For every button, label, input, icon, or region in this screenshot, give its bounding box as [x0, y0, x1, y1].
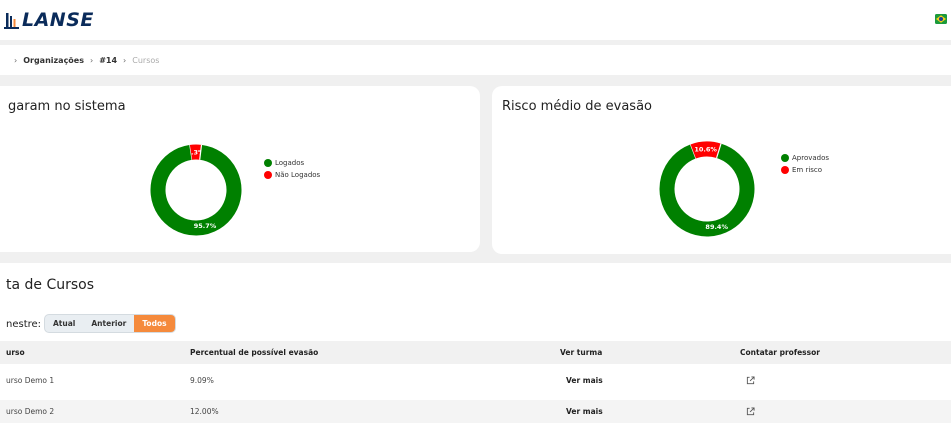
app-logo[interactable]: LANSE	[4, 9, 94, 31]
legend-dot-green	[264, 159, 272, 167]
column-header-view-class: Ver turma	[560, 348, 603, 357]
legend-label: Em risco	[792, 166, 823, 174]
legend-label: Aprovados	[792, 154, 830, 162]
table-row: urso Demo 1 9.09% Ver mais	[0, 369, 951, 392]
legend-dot-green	[781, 154, 789, 162]
course-list-title: ta de Cursos	[6, 277, 95, 293]
breadcrumb-separator-icon: ›	[90, 55, 94, 65]
logged-donut-chart: 4.3%95.7%	[150, 144, 242, 236]
contact-professor-button[interactable]	[746, 369, 755, 392]
legend-item-approved[interactable]: Aprovados	[781, 152, 829, 164]
breadcrumb-organizations[interactable]: Organizações	[23, 56, 84, 65]
risk-donut-chart: 10.6% 89.4%	[659, 141, 755, 237]
breadcrumb: › Organizações › #14 › Cursos	[0, 45, 951, 75]
risk-data-label: 10.6%	[694, 146, 717, 154]
legend-label: Logados	[275, 159, 305, 167]
breadcrumb-courses: Cursos	[132, 55, 160, 65]
course-name: urso Demo 2	[6, 407, 55, 416]
top-bar: LANSE	[0, 0, 951, 40]
table-header: urso Percentual de possível evasão Ver t…	[0, 341, 951, 364]
risk-card-title: Risco médio de evasão	[502, 99, 652, 114]
legend-item-at-risk[interactable]: Em risco	[781, 164, 829, 176]
course-percent: 12.00%	[190, 407, 219, 416]
logged-card-title: garam no sistema	[8, 99, 126, 114]
logged-slice-primary[interactable]	[150, 144, 242, 236]
table-row: urso Demo 2 12.00% Ver mais	[0, 400, 951, 423]
external-link-icon	[746, 407, 755, 416]
semester-atual-button[interactable]: Atual	[45, 315, 83, 332]
legend-dot-red	[264, 171, 272, 179]
semester-label: nestre:	[6, 319, 42, 330]
column-header-course[interactable]: urso	[6, 341, 25, 364]
logged-legend: Logados Não Logados	[264, 157, 320, 181]
legend-dot-red	[781, 166, 789, 174]
breadcrumb-separator-icon: ›	[123, 55, 127, 65]
risk-slice-primary[interactable]	[659, 143, 755, 237]
logo-text: LANSE	[22, 9, 94, 31]
course-percent: 9.09%	[190, 376, 214, 385]
breadcrumb-separator-icon: ›	[14, 55, 18, 65]
semester-anterior-button[interactable]: Anterior	[83, 315, 134, 332]
column-header-contact: Contatar professor	[740, 348, 820, 357]
semester-filter: Atual Anterior Todos	[44, 314, 176, 333]
risk-data-label: 89.4%	[705, 223, 728, 231]
column-header-percent[interactable]: Percentual de possível evasão	[190, 341, 318, 364]
contact-professor-button[interactable]	[746, 400, 755, 423]
semester-todos-button[interactable]: Todos	[134, 315, 175, 332]
view-more-link[interactable]: Ver mais	[566, 400, 603, 423]
legend-item-logged[interactable]: Logados	[264, 157, 320, 169]
course-list-section: ta de Cursos nestre: Atual Anterior Todo…	[0, 263, 951, 423]
brazil-flag-icon[interactable]	[935, 14, 947, 24]
course-name: urso Demo 1	[6, 376, 55, 385]
external-link-icon	[746, 376, 755, 385]
view-more-link[interactable]: Ver mais	[566, 369, 603, 392]
risk-legend: Aprovados Em risco	[781, 152, 829, 176]
legend-label: Não Logados	[275, 171, 321, 179]
legend-item-not-logged[interactable]: Não Logados	[264, 169, 320, 181]
logged-data-label: 95.7%	[194, 222, 217, 230]
logo-mark-icon	[4, 13, 19, 29]
breadcrumb-org-14[interactable]: #14	[99, 56, 117, 65]
